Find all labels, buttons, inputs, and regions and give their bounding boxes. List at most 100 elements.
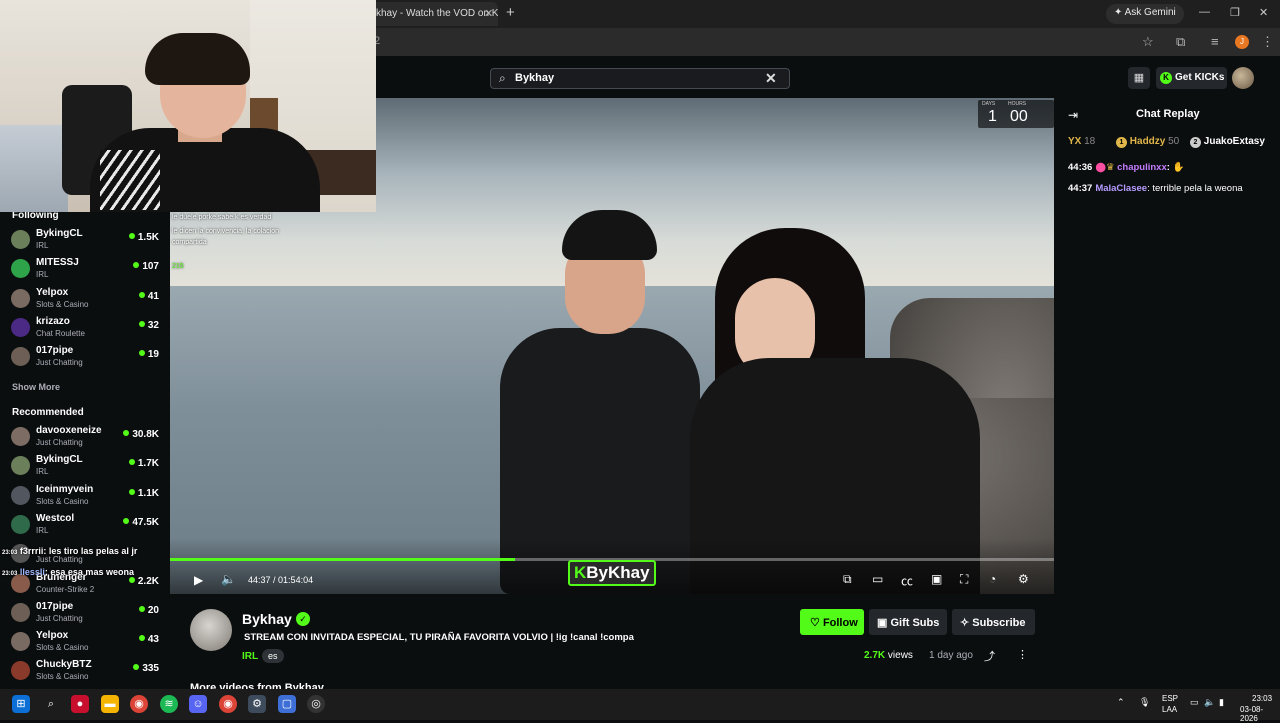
tray-overflow-icon[interactable]: ⌃ [1117,697,1125,708]
discord-icon[interactable]: ☺ [189,695,207,713]
search-taskbar-icon[interactable]: ⌕ [42,695,60,713]
channel-avatar-small [11,602,30,622]
sidebar-channel-row[interactable]: BykingCL IRL 1.5K [0,226,170,255]
published-ago: 1 day ago [929,650,973,661]
search-icon: ⌕ [499,71,506,85]
speaker-icon[interactable]: 🔈 [1204,697,1215,708]
overlay-chat-user: f3rrrii [19,546,44,556]
clock-date[interactable]: 03-08-2026 [1240,705,1280,723]
minimize-icon[interactable]: — [1199,6,1210,18]
speed-icon[interactable]: ◔ [989,572,996,586]
viewer-number: 20 [147,604,159,616]
extensions-icon[interactable]: ⧉ [1176,34,1185,50]
chat-timestamp: 44:37 [1068,183,1093,194]
follow-button[interactable]: ♡ Follow [800,609,864,635]
bookmark-star-icon[interactable]: ☆ [1142,34,1154,50]
channel-avatar-small [11,317,30,337]
ask-gemini-button[interactable]: ✦ Ask Gemini [1106,4,1184,24]
top-gifter[interactable]: YX 18 [1068,136,1095,147]
top-gifter[interactable]: 2 JuakoExtasy [1190,136,1265,148]
settings-taskbar-icon[interactable]: ⚙ [248,695,266,713]
overlay-chat-user: llessli [19,567,45,577]
collapse-chat-icon[interactable]: ⇥ [1068,108,1078,122]
subscribe-label: Subscribe [972,617,1026,629]
sidebar-channel-row[interactable]: 017pipe Just Chatting 20 [0,599,170,628]
browser-menu-icon[interactable]: ⋮ [1261,34,1274,50]
gift-subs-button[interactable]: ▣ Gift Subs [869,609,947,635]
layout-button[interactable]: ▦ [1128,67,1150,89]
chat-username[interactable]: MalaClasee [1095,183,1147,194]
language-tag[interactable]: es [262,649,284,663]
top-gifter[interactable]: 1 Haddzy 50 [1116,136,1179,148]
obs-icon[interactable]: ◎ [307,695,325,713]
sidebar-channel-row[interactable]: Westcol IRL 47.5K [0,511,170,540]
clip-icon[interactable]: ⧉ [843,572,852,587]
channel-name: 017pipe [36,600,74,612]
restore-icon[interactable]: ❐ [1230,6,1240,19]
heart-icon: ♡ [810,617,820,629]
browser-tab[interactable]: khay - Watch the VOD on Ki [370,2,498,26]
monitor-icon[interactable]: ▭ [1190,697,1199,708]
gifter-count: 18 [1084,136,1096,147]
browser-profile-avatar[interactable]: J [1235,35,1249,49]
theater-mode-icon[interactable]: ▭ [872,572,883,586]
microphone-icon[interactable]: 🎙 [1139,697,1150,708]
viewer-count: 41 [138,291,159,302]
sidebar-channel-row[interactable]: Yelpox Slots & Casino 41 [0,285,170,314]
volume-icon[interactable]: 🔈 [221,572,236,586]
channel-avatar[interactable] [190,609,232,651]
gift-icon: ▣ [877,617,888,629]
app-blue-icon[interactable]: ▢ [278,695,296,713]
input-layout[interactable]: LAA [1162,705,1177,714]
category-link[interactable]: IRL [242,651,258,662]
new-tab-icon[interactable]: + [506,4,515,21]
chat-username[interactable]: chapulinxx [1117,162,1167,173]
clock-time[interactable]: 23:03 [1252,694,1272,703]
windows-start-icon[interactable]: ⊞ [12,695,30,713]
spotify-icon[interactable]: ≋ [160,695,178,713]
sidebar-channel-row[interactable]: MITESSJ IRL 107 [0,255,170,284]
show-more-link[interactable]: Show More [12,382,60,392]
chrome-profile-icon[interactable]: ◉ [219,695,237,713]
file-explorer-icon[interactable]: ▬ [101,695,119,713]
live-dot-icon [128,576,135,583]
close-window-icon[interactable]: ✕ [1259,6,1268,19]
star-icon: ✧ [960,617,970,629]
share-icon[interactable]: ⤴ [984,648,995,664]
more-options-icon[interactable]: ⋮ [1017,648,1028,661]
sidebar-channel-row[interactable]: BykingCL IRL 1.7K [0,452,170,481]
channel-name: krizazo [36,315,70,327]
fullscreen-icon[interactable]: ⛶ [960,572,968,587]
sidebar-channel-row[interactable]: Yelpox Slots & Casino 43 [0,628,170,657]
sidebar-channel-row[interactable]: davooxeneize Just Chatting 30.8K [0,423,170,452]
miniplayer-icon[interactable]: ▣ [931,572,942,586]
duration: 01:54:04 [278,575,314,585]
subscribe-button[interactable]: ✧ Subscribe [952,609,1035,635]
channel-name: BykingCL [36,454,83,466]
close-tab-icon[interactable]: ✕ [484,7,493,20]
badge-icon: ⬤ [1095,162,1106,173]
input-language[interactable]: ESP [1162,694,1178,703]
captions-icon[interactable]: ㏄ [901,572,913,589]
channel-category: Counter-Strike 2 [36,584,95,594]
viewer-count: 1.7K [128,458,159,469]
channel-name[interactable]: Bykhay [242,611,292,627]
media-controls-icon[interactable]: ≡ [1211,34,1219,49]
sidebar-channel-row[interactable]: ChuckyBTZ Slots & Casino 335 [0,657,170,686]
gift-subs-label: Gift Subs [890,617,940,629]
battery-icon[interactable]: ▮ [1219,697,1224,708]
search-value[interactable]: Bykhay [515,72,554,84]
sidebar-channel-row[interactable]: krizazo Chat Roulette 32 [0,314,170,343]
chat-message: 44:37 MalaClasee: terrible pela la weona [1068,183,1243,194]
user-avatar[interactable] [1232,67,1254,89]
sidebar-channel-row[interactable]: Iceinmyvein Slots & Casino 1.1K [0,482,170,511]
get-kicks-button[interactable]: K Get KICKs [1156,67,1227,89]
channel-avatar-small [11,485,30,505]
app-red-icon[interactable]: ● [71,695,89,713]
clear-search-icon[interactable]: ✕ [765,70,777,87]
sidebar-channel-row[interactable]: 017pipe Just Chatting 19 [0,343,170,372]
chrome-icon[interactable]: ◉ [130,695,148,713]
settings-gear-icon[interactable]: ⚙ [1018,572,1029,586]
play-icon[interactable]: ▶ [194,573,203,587]
tab-title: khay - Watch the VOD on Ki [376,8,498,19]
